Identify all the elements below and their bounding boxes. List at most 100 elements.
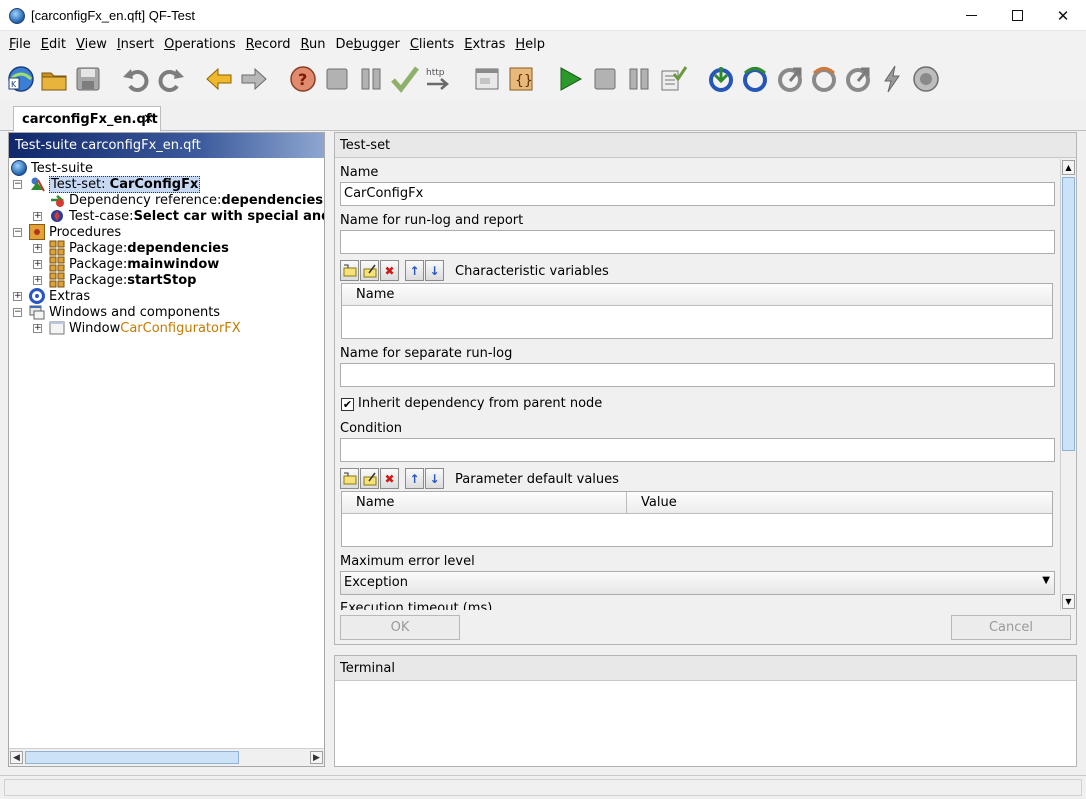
component-icon[interactable]: {} bbox=[506, 64, 536, 94]
tree-node-window[interactable]: Window CarConfiguratorFX bbox=[49, 320, 241, 336]
runlog-name-field[interactable] bbox=[340, 230, 1055, 254]
expand-toggle[interactable]: + bbox=[33, 276, 42, 285]
tree-node-test-set[interactable]: Test-set: CarConfigFx bbox=[29, 175, 201, 193]
edit-row-icon[interactable] bbox=[360, 260, 379, 281]
scroll-up-icon[interactable]: ▲ bbox=[1062, 160, 1075, 175]
menu-view[interactable]: View bbox=[71, 33, 112, 57]
ok-button[interactable]: OK bbox=[340, 615, 460, 640]
menu-edit[interactable]: Edit bbox=[36, 33, 71, 57]
menu-insert[interactable]: Insert bbox=[112, 33, 159, 57]
tree-horizontal-scrollbar[interactable]: ◀ ▶ bbox=[9, 748, 324, 766]
back-arrow-icon[interactable] bbox=[204, 64, 234, 94]
scrollbar-thumb[interactable] bbox=[25, 751, 239, 764]
skip-out-icon[interactable] bbox=[843, 64, 873, 94]
title-bar: [carconfigFx_en.qft] QF-Test ✕ bbox=[0, 0, 1086, 31]
detail-vertical-scrollbar[interactable]: ▲ ▼ bbox=[1060, 159, 1076, 610]
menu-clients[interactable]: Clients bbox=[405, 33, 459, 57]
collapse-toggle[interactable]: − bbox=[13, 308, 22, 317]
record-icon[interactable] bbox=[911, 64, 941, 94]
menu-extras[interactable]: Extras bbox=[459, 33, 510, 57]
column-header-name[interactable]: Name bbox=[342, 492, 627, 513]
move-up-icon[interactable]: ↑ bbox=[405, 468, 424, 489]
menu-help[interactable]: Help bbox=[510, 33, 550, 57]
window-icon[interactable] bbox=[472, 64, 502, 94]
check-list-icon[interactable] bbox=[658, 64, 688, 94]
tree-node-type: Test-set: bbox=[51, 176, 110, 192]
play-icon[interactable] bbox=[555, 64, 585, 94]
delete-row-icon[interactable]: ✖ bbox=[380, 260, 399, 281]
stop-icon[interactable] bbox=[322, 64, 352, 94]
menu-debugger[interactable]: Debugger bbox=[330, 33, 404, 57]
pause-run-icon[interactable] bbox=[624, 64, 654, 94]
step-out-icon[interactable] bbox=[775, 64, 805, 94]
expand-toggle[interactable]: + bbox=[33, 324, 42, 333]
name-field[interactable]: CarConfigFx bbox=[340, 182, 1055, 206]
tree-node-package-dependencies[interactable]: Package: dependencies bbox=[49, 240, 229, 256]
redo-icon[interactable] bbox=[156, 64, 186, 94]
step-over-icon[interactable] bbox=[740, 64, 770, 94]
pause-icon[interactable] bbox=[356, 64, 386, 94]
open-folder-icon[interactable] bbox=[39, 64, 69, 94]
params-table[interactable]: Name Value bbox=[341, 491, 1053, 547]
tree-node-dependency-reference[interactable]: Dependency reference: dependencies.sutSt… bbox=[49, 192, 324, 208]
help-icon[interactable]: ? bbox=[288, 64, 318, 94]
test-suite-icon bbox=[11, 160, 27, 176]
menu-record[interactable]: Record bbox=[241, 33, 296, 57]
edit-row-icon[interactable] bbox=[360, 468, 379, 489]
step-in-icon[interactable] bbox=[706, 64, 736, 94]
tree-node-windows-and-components[interactable]: Windows and components bbox=[29, 304, 220, 320]
windows-components-icon bbox=[29, 304, 45, 320]
move-down-icon[interactable]: ↓ bbox=[425, 260, 444, 281]
collapse-toggle[interactable]: − bbox=[13, 228, 22, 237]
terminal-output[interactable] bbox=[335, 682, 1076, 766]
separate-runlog-field[interactable] bbox=[340, 363, 1055, 387]
condition-field[interactable] bbox=[340, 438, 1055, 462]
move-up-icon[interactable]: ↑ bbox=[405, 260, 424, 281]
forward-arrow-icon[interactable] bbox=[239, 64, 269, 94]
menu-run[interactable]: Run bbox=[296, 33, 331, 57]
column-header-value[interactable]: Value bbox=[627, 492, 1052, 513]
tree-node-package-mainwindow[interactable]: Package: mainwindow bbox=[49, 256, 219, 272]
undo-icon[interactable] bbox=[121, 64, 151, 94]
cancel-button[interactable]: Cancel bbox=[951, 615, 1071, 640]
expand-toggle[interactable]: + bbox=[33, 260, 42, 269]
inherit-dependency-checkbox[interactable]: ✔ bbox=[341, 398, 354, 411]
qftest-logo-icon[interactable]: K bbox=[6, 64, 36, 94]
scroll-right-icon[interactable]: ▶ bbox=[310, 751, 323, 764]
http-icon[interactable]: http bbox=[424, 64, 454, 94]
maximize-button[interactable] bbox=[994, 0, 1040, 31]
close-tab-icon[interactable]: ✕ bbox=[143, 112, 154, 127]
expand-toggle[interactable]: + bbox=[13, 292, 22, 301]
move-down-icon[interactable]: ↓ bbox=[425, 468, 444, 489]
tree-node-extras[interactable]: Extras bbox=[29, 288, 90, 304]
checkmark-icon[interactable] bbox=[390, 64, 420, 94]
expand-toggle[interactable]: + bbox=[33, 244, 42, 253]
tree-node-package-startstop[interactable]: Package: startStop bbox=[49, 272, 196, 288]
expand-toggle[interactable]: + bbox=[33, 212, 42, 221]
collapse-toggle[interactable]: − bbox=[13, 180, 22, 189]
document-tab[interactable]: carconfigFx_en.qft ✕ bbox=[13, 106, 161, 132]
window-title: [carconfigFx_en.qft] QF-Test bbox=[31, 8, 196, 23]
menu-label-rest: dit bbox=[49, 37, 66, 52]
tree-node-test-case[interactable]: Test-case: Select car with special and a… bbox=[49, 208, 324, 224]
max-error-select[interactable]: Exception ▼ bbox=[340, 571, 1055, 595]
column-header-name[interactable]: Name bbox=[342, 284, 1052, 305]
add-row-icon[interactable] bbox=[340, 260, 359, 281]
package-icon bbox=[49, 272, 65, 288]
tree-node-procedures[interactable]: Procedures bbox=[29, 224, 121, 240]
scroll-left-icon[interactable]: ◀ bbox=[10, 751, 23, 764]
close-window-button[interactable]: ✕ bbox=[1040, 0, 1086, 31]
skip-over-icon[interactable] bbox=[809, 64, 839, 94]
scroll-down-icon[interactable]: ▼ bbox=[1062, 594, 1075, 609]
menu-file[interactable]: File bbox=[4, 33, 36, 57]
charvars-table[interactable]: Name bbox=[341, 283, 1053, 339]
minimize-button[interactable] bbox=[948, 0, 994, 31]
lightning-icon[interactable] bbox=[877, 64, 907, 94]
menu-operations[interactable]: Operations bbox=[159, 33, 240, 57]
scrollbar-thumb[interactable] bbox=[1062, 177, 1075, 451]
stop-run-icon[interactable] bbox=[590, 64, 620, 94]
add-row-icon[interactable] bbox=[340, 468, 359, 489]
delete-row-icon[interactable]: ✖ bbox=[380, 468, 399, 489]
tree-node-test-suite[interactable]: Test-suite bbox=[11, 160, 93, 176]
save-icon[interactable] bbox=[73, 64, 103, 94]
